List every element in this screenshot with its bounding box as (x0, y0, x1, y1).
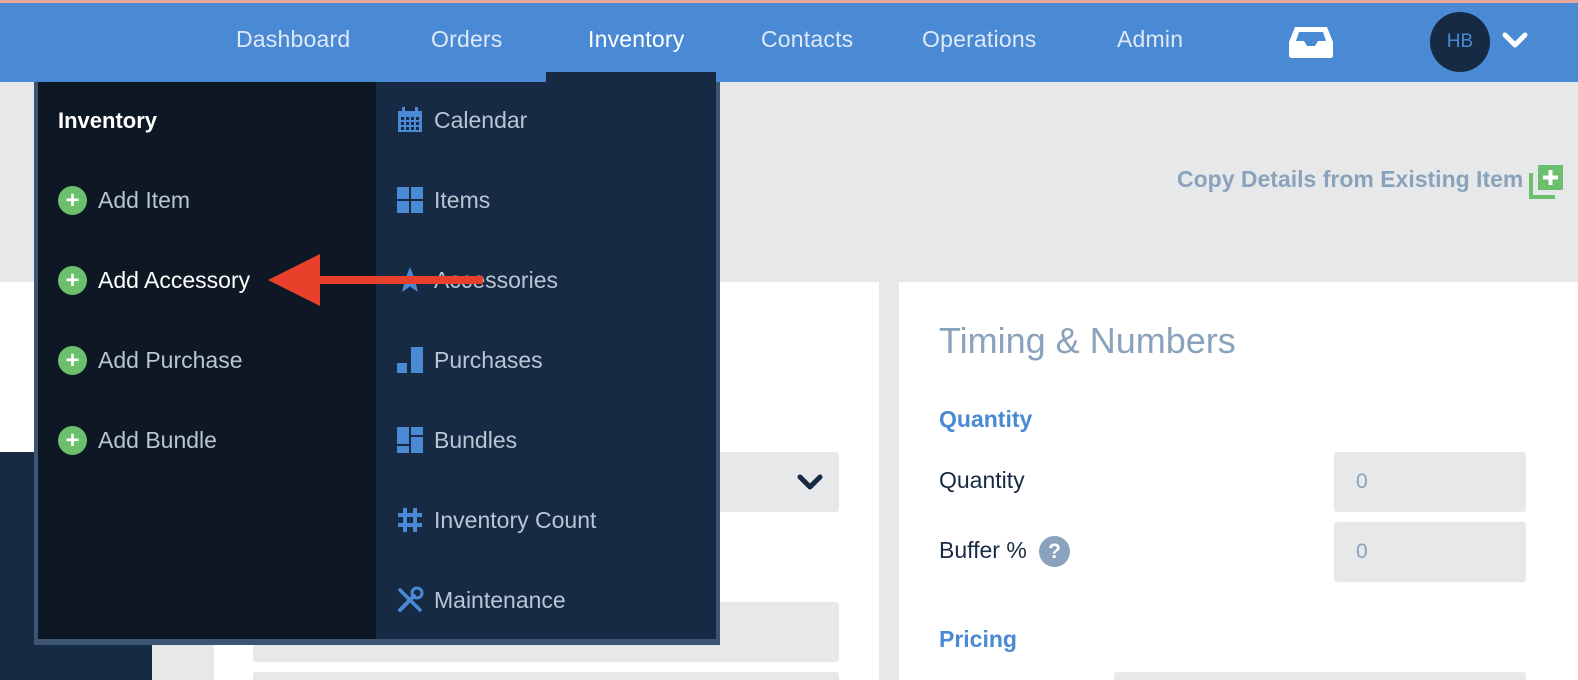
add-item-link[interactable]: + Add Item (58, 186, 190, 215)
dropdown-header: Inventory (58, 108, 158, 133)
add-accessory-label: Add Accessory (98, 267, 251, 293)
annotation-arrow (268, 254, 483, 306)
nav-admin[interactable]: Admin (1117, 26, 1183, 53)
plus-circle-icon: + (58, 266, 87, 295)
nav-operations[interactable]: Operations (922, 26, 1037, 53)
add-accessory-link[interactable]: + Add Accessory (58, 266, 250, 295)
grid-icon (397, 187, 423, 213)
inventory-count-label: Inventory Count (434, 506, 597, 533)
bundles-label: Bundles (434, 426, 518, 453)
tools-icon (398, 586, 424, 612)
plus-circle-icon: + (58, 426, 87, 455)
quantity-input[interactable] (1334, 452, 1526, 512)
copy-add-icon[interactable] (1528, 162, 1566, 200)
copy-details-link[interactable]: Copy Details from Existing Item (1177, 166, 1523, 193)
text-field-2[interactable] (253, 672, 839, 680)
bundle-grid-icon (397, 427, 423, 453)
purchases-link[interactable]: Purchases (396, 346, 543, 374)
select-chevron-down-icon (797, 474, 823, 490)
plus-circle-icon: + (58, 346, 87, 375)
add-item-label: Add Item (98, 187, 191, 213)
maintenance-label: Maintenance (434, 586, 566, 613)
items-link[interactable]: Items (396, 186, 490, 214)
add-bundle-label: Add Bundle (98, 427, 217, 453)
nav-contacts[interactable]: Contacts (761, 26, 853, 53)
calendar-label: Calendar (434, 106, 528, 133)
nav-inventory[interactable]: Inventory (588, 26, 684, 53)
chevron-down-icon[interactable] (1502, 30, 1528, 50)
maintenance-link[interactable]: Maintenance (396, 586, 566, 614)
inventory-count-link[interactable]: Inventory Count (396, 506, 596, 534)
plus-circle-icon: + (58, 186, 87, 215)
add-purchase-link[interactable]: + Add Purchase (58, 346, 242, 375)
hash-icon (398, 508, 422, 532)
buffer-input[interactable] (1334, 522, 1526, 582)
buffer-label: Buffer % (939, 537, 1027, 563)
bar-chart-icon (397, 347, 423, 373)
bundles-link[interactable]: Bundles (396, 426, 517, 454)
calendar-link[interactable]: Calendar (396, 106, 527, 134)
purchases-label: Purchases (434, 346, 543, 373)
user-avatar[interactable]: HB (1430, 12, 1490, 72)
nav-orders[interactable]: Orders (431, 26, 503, 53)
add-bundle-link[interactable]: + Add Bundle (58, 426, 217, 455)
items-label: Items (434, 186, 491, 213)
help-icon[interactable]: ? (1039, 536, 1070, 567)
quantity-label: Quantity (939, 467, 1025, 493)
add-purchase-label: Add Purchase (98, 347, 243, 373)
price-input[interactable] (1114, 672, 1526, 680)
pricing-heading: Pricing (939, 626, 1017, 652)
section-title: Timing & Numbers (939, 320, 1236, 361)
quantity-heading: Quantity (939, 406, 1033, 432)
nav-dashboard[interactable]: Dashboard (236, 26, 350, 53)
inbox-tray-icon[interactable] (1287, 24, 1335, 60)
calendar-icon (398, 107, 422, 132)
